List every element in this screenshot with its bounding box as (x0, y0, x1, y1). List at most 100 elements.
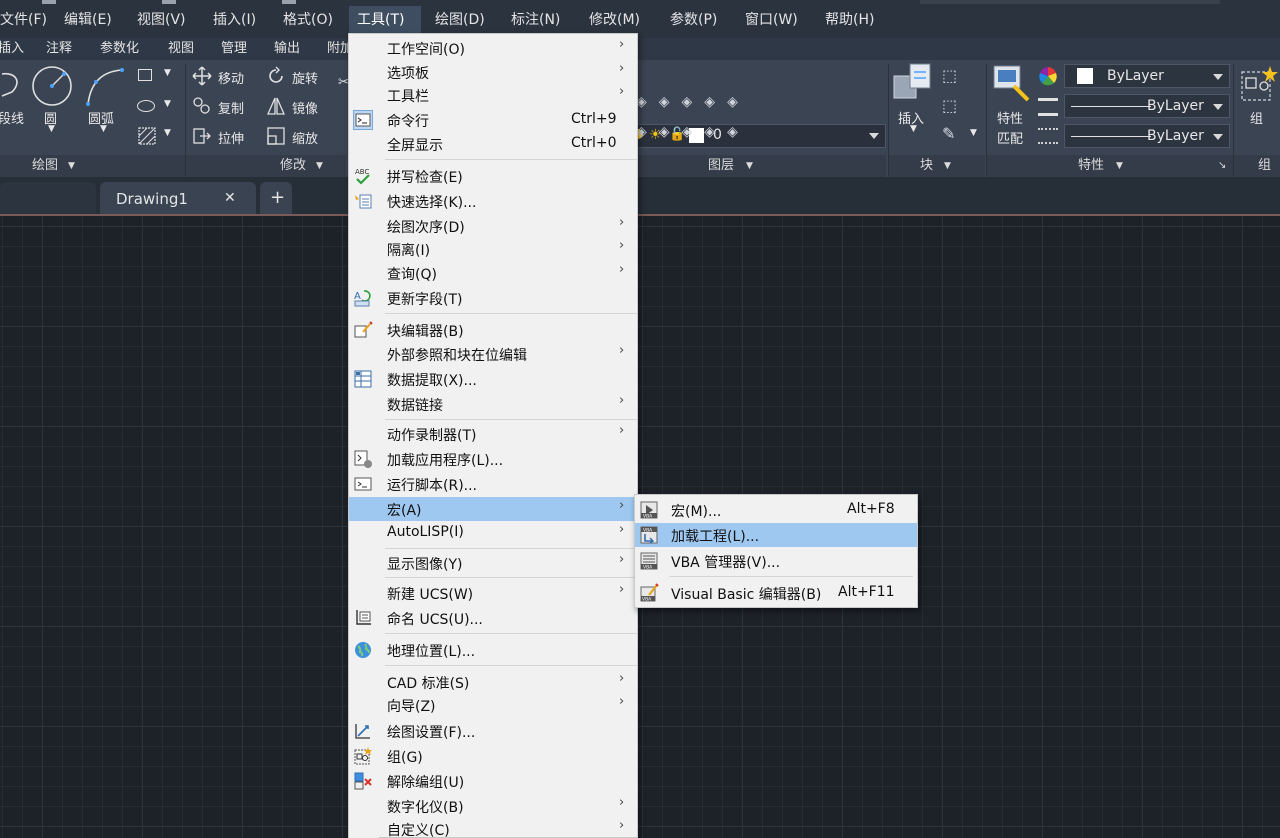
menu-parametric[interactable]: 参数(P) (662, 6, 725, 34)
color-dropdown[interactable]: ByLayer (1064, 64, 1230, 88)
menu-item-spell-check[interactable]: ABC 拼写检查(E) (349, 164, 637, 188)
match-properties-label-line1[interactable]: 特性 (997, 108, 1023, 127)
layers-panel-title[interactable]: 图层 (708, 157, 734, 175)
menu-item-data-extraction[interactable]: 数据提取(X)... (349, 367, 637, 391)
menu-tools[interactable]: 工具(T) (349, 6, 421, 34)
menu-item-block-editor[interactable]: 块编辑器(B) (349, 318, 637, 342)
menu-dimension[interactable]: 标注(N) (503, 6, 568, 34)
menu-view[interactable]: 视图(V) (129, 6, 194, 34)
ribbon-tab-view[interactable]: 视图 (168, 38, 194, 60)
polyline-icon[interactable] (0, 66, 26, 106)
lineweight-dropdown[interactable]: ByLayer (1064, 124, 1230, 148)
ellipse-icon[interactable] (137, 100, 155, 112)
menu-item-ungroup[interactable]: 解除编组(U) (349, 769, 637, 793)
chevron-down-icon[interactable]: ▼ (100, 124, 107, 134)
layer-tools-row1-icon[interactable]: ◈◈◈◈◈ (636, 94, 776, 112)
edit-block-icon[interactable]: ⬚ (942, 96, 962, 116)
menu-item-draw-order[interactable]: 绘图次序(D) › (349, 214, 637, 238)
ribbon-tab-parametric[interactable]: 参数化 (100, 38, 139, 60)
menu-insert[interactable]: 插入(I) (205, 6, 264, 34)
menu-item-xref-in-place-edit[interactable]: 外部参照和块在位编辑 › (349, 342, 637, 366)
menu-item-vba-manager[interactable]: VBA VBA 管理器(V)... (635, 549, 917, 573)
menu-item-tablet[interactable]: 数字化仪(B) › (349, 794, 637, 818)
menu-item-autolisp[interactable]: AutoLISP(I) › (349, 521, 637, 545)
ribbon-tab-output[interactable]: 输出 (274, 38, 300, 60)
chevron-down-icon[interactable]: ▼ (970, 128, 977, 138)
menu-item-group[interactable]: 组(G) (349, 744, 637, 768)
chevron-down-icon[interactable]: ▼ (910, 124, 917, 134)
move-icon[interactable] (192, 66, 212, 86)
menu-file[interactable]: 文件(F) (0, 6, 55, 34)
menu-item-named-ucs[interactable]: 命名 UCS(U)... (349, 606, 637, 630)
stretch-icon[interactable] (192, 126, 212, 146)
draw-panel-title[interactable]: 绘图 (32, 157, 58, 175)
menu-item-run-script[interactable]: 运行脚本(R)... (349, 472, 637, 496)
menu-format[interactable]: 格式(O) (275, 6, 341, 34)
rotate-icon[interactable] (266, 66, 286, 86)
chevron-down-icon[interactable]: ▼ (944, 157, 951, 175)
menu-item-load-application[interactable]: 加载应用程序(L)... (349, 447, 637, 471)
arc-icon[interactable] (82, 64, 126, 108)
menu-edit[interactable]: 编辑(E) (56, 6, 120, 34)
start-tab[interactable] (0, 182, 96, 214)
insert-block-icon[interactable] (892, 62, 934, 102)
menu-item-drafting-settings[interactable]: 绘图设置(F)... (349, 719, 637, 743)
scale-icon[interactable] (266, 126, 286, 146)
ribbon-tab-insert[interactable]: 插入 (0, 38, 24, 60)
linetype-dropdown[interactable]: ByLayer (1064, 94, 1230, 118)
chevron-down-icon[interactable]: ▼ (164, 99, 171, 109)
stretch-label[interactable]: 拉伸 (218, 128, 244, 147)
menu-item-macro[interactable]: 宏(A) › (349, 497, 637, 521)
chevron-down-icon[interactable]: ▼ (1116, 157, 1123, 175)
menu-item-isolate[interactable]: 隔离(I) › (349, 237, 637, 261)
block-attribute-icon[interactable]: ✎ (942, 124, 962, 144)
move-label[interactable]: 移动 (218, 68, 244, 87)
menu-item-quick-select[interactable]: 快速选择(K)... (349, 189, 637, 213)
menu-item-update-fields[interactable]: A 更新字段(T) (349, 286, 637, 310)
scale-label[interactable]: 缩放 (292, 128, 318, 147)
menu-window[interactable]: 窗口(W) (737, 6, 806, 34)
close-icon[interactable]: ✕ (224, 190, 236, 206)
block-panel-title[interactable]: 块 (920, 157, 933, 175)
properties-panel-title[interactable]: 特性 (1078, 157, 1104, 175)
menu-modify[interactable]: 修改(M) (581, 6, 648, 34)
menu-draw[interactable]: 绘图(D) (427, 6, 493, 34)
circle-icon[interactable] (30, 64, 74, 108)
lineweight-icon[interactable] (1038, 98, 1058, 116)
chevron-down-icon[interactable]: ▼ (164, 128, 171, 138)
hatch-icon[interactable] (138, 127, 156, 145)
chevron-down-icon[interactable]: ▼ (164, 68, 171, 78)
new-tab-button[interactable]: + (260, 182, 292, 214)
group-label[interactable]: 组 (1250, 108, 1263, 127)
rotate-label[interactable]: 旋转 (292, 68, 318, 87)
menu-item-wizards[interactable]: 向导(Z) › (349, 693, 637, 717)
match-properties-label-line2[interactable]: 匹配 (997, 128, 1023, 147)
menu-item-command-line[interactable]: 命令行 Ctrl+9 (349, 108, 637, 132)
mirror-label[interactable]: 镜像 (292, 98, 318, 117)
match-properties-icon[interactable] (992, 64, 1032, 104)
chevron-down-icon[interactable]: ▼ (746, 157, 753, 175)
mirror-icon[interactable] (266, 96, 286, 116)
groups-panel-title[interactable]: 组 (1258, 157, 1271, 175)
menu-item-toolbars[interactable]: 工具栏 › (349, 83, 637, 107)
file-tab-drawing1[interactable]: Drawing1 ✕ (100, 182, 256, 214)
menu-item-visual-basic-editor[interactable]: VBA Visual Basic 编辑器(B) Alt+F11 (635, 581, 917, 605)
layer-tools-row2-icon[interactable]: ◈◈◈◈◈ (636, 124, 776, 142)
color-wheel-icon[interactable] (1038, 66, 1058, 86)
menu-item-cad-standards[interactable]: CAD 标准(S) › (349, 670, 637, 694)
menu-item-action-recorder[interactable]: 动作录制器(T) › (349, 422, 637, 446)
chevron-down-icon[interactable]: ▼ (68, 157, 75, 175)
dialog-launcher-icon[interactable]: ↘ (1218, 157, 1226, 175)
create-block-icon[interactable]: ⬚ (942, 66, 962, 86)
chevron-down-icon[interactable]: ▼ (48, 124, 55, 134)
menu-item-macros[interactable]: VBA 宏(M)... Alt+F8 (635, 498, 917, 522)
chevron-down-icon[interactable]: ▼ (316, 157, 323, 175)
menu-item-inquiry[interactable]: 查询(Q) › (349, 261, 637, 285)
menu-item-display-image[interactable]: 显示图像(Y) › (349, 551, 637, 575)
menu-help[interactable]: 帮助(H) (817, 6, 882, 34)
menu-item-geographic-location[interactable]: 地理位置(L)... (349, 638, 637, 662)
ribbon-tab-manage[interactable]: 管理 (221, 38, 247, 60)
polyline-label[interactable]: 段线 (0, 108, 24, 127)
menu-item-customize[interactable]: 自定义(C) › (349, 817, 637, 838)
trim-icon[interactable]: ✂ (338, 68, 349, 148)
